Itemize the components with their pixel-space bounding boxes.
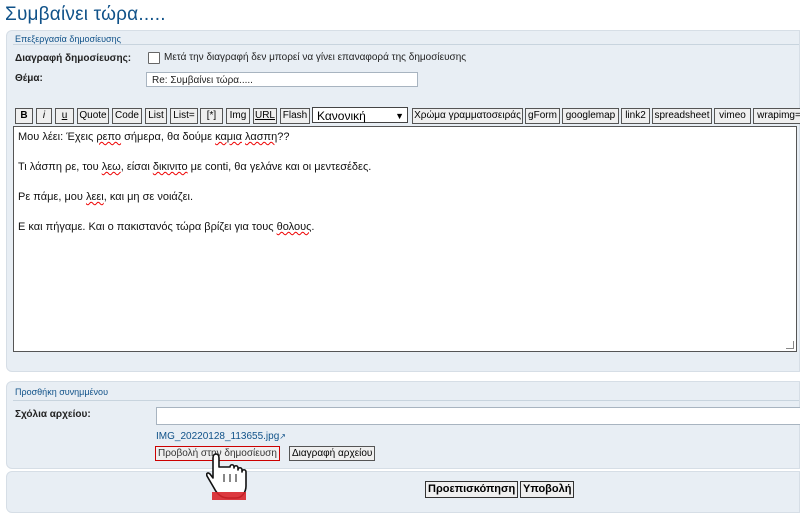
attach-panel-header: Προσθήκη συνημμένου [15, 387, 108, 397]
toolbar-button-url[interactable]: URL [253, 108, 277, 124]
toolbar-button-u[interactable]: u [55, 108, 74, 124]
message-editor[interactable]: Μου λέει: Έχεις ρεπο σήμερα, θα δούμε κα… [13, 126, 797, 352]
editor-line: Ρε πάμε, μου λεει, και μη σε νοιάζει. [18, 191, 194, 203]
delete-post-label: Διαγραφή δημοσίευσης: [15, 53, 132, 64]
resize-handle-icon[interactable] [786, 341, 794, 349]
submit-button[interactable]: Υποβολή [520, 481, 575, 498]
page-title: Συμβαίνει τώρα..... [5, 4, 166, 25]
chevron-down-icon: ▼ [395, 111, 404, 121]
editor-line: Μου λέει: Έχεις ρεπο σήμερα, θα δούμε κα… [18, 131, 290, 143]
font-size-select[interactable]: Κανονική ▼ [312, 107, 408, 123]
toolbar-button-list[interactable]: List= [170, 108, 198, 124]
toolbar-button-vimeo[interactable]: vimeo [714, 108, 751, 124]
toolbar-button-quote[interactable]: Quote [77, 108, 109, 124]
toolbar-button-b[interactable]: B [15, 108, 33, 124]
attachment-file-link[interactable]: IMG_20220128_113655.jpg↗ [156, 431, 286, 442]
attachment-file-name[interactable]: IMG_20220128_113655.jpg [156, 431, 279, 442]
toolbar-button-code[interactable]: Code [112, 108, 142, 124]
delete-post-checkbox[interactable] [148, 52, 160, 64]
toolbar-button-list[interactable]: List [145, 108, 167, 124]
subject-input[interactable]: Re: Συμβαίνει τώρα..... [146, 72, 418, 87]
toolbar-button-img[interactable]: Img [226, 108, 250, 124]
file-comment-input[interactable] [156, 407, 800, 425]
attachment-panel: Προσθήκη συνημμένου [6, 381, 800, 469]
toolbar-button-[interactable]: [*] [200, 108, 223, 124]
edit-panel-header: Επεξεργασία δημοσίευσης [15, 34, 121, 44]
file-comment-label: Σχόλια αρχείου: [15, 409, 91, 420]
delete-post-note: Μετά την διαγραφή δεν μπορεί να γίνει επ… [164, 52, 467, 63]
toolbar-button-spreadsheet[interactable]: spreadsheet [652, 108, 712, 124]
submit-panel [6, 471, 800, 513]
toolbar-button-gform[interactable]: gForm [525, 108, 560, 124]
subject-label: Θέμα: [15, 73, 43, 84]
toolbar-button-googlemap[interactable]: googlemap [562, 108, 619, 124]
toolbar-button-font-color[interactable]: Χρώμα γραμματοσειράς [412, 108, 523, 124]
preview-button[interactable]: Προεπισκόπηση [425, 481, 519, 498]
toolbar-button-flash[interactable]: Flash [280, 108, 310, 124]
toolbar-button-wrapimg[interactable]: wrapimg= [753, 108, 800, 124]
external-link-icon: ↗ [279, 432, 286, 441]
toolbar-button-i[interactable]: i [36, 108, 52, 124]
divider [13, 44, 799, 45]
editor-line: Ε και πήγαμε. Και ο πακιστανός τώρα βρίζ… [18, 221, 315, 233]
editor-line: Τι λάσπη ρε, του λεω, είσαι δικινιτο με … [18, 161, 372, 173]
hand-cursor-icon [206, 453, 247, 500]
font-size-selected: Κανονική [317, 109, 366, 123]
divider [13, 400, 799, 401]
toolbar-button-link2[interactable]: link2 [621, 108, 650, 124]
delete-file-button[interactable]: Διαγραφή αρχείου [289, 446, 376, 461]
